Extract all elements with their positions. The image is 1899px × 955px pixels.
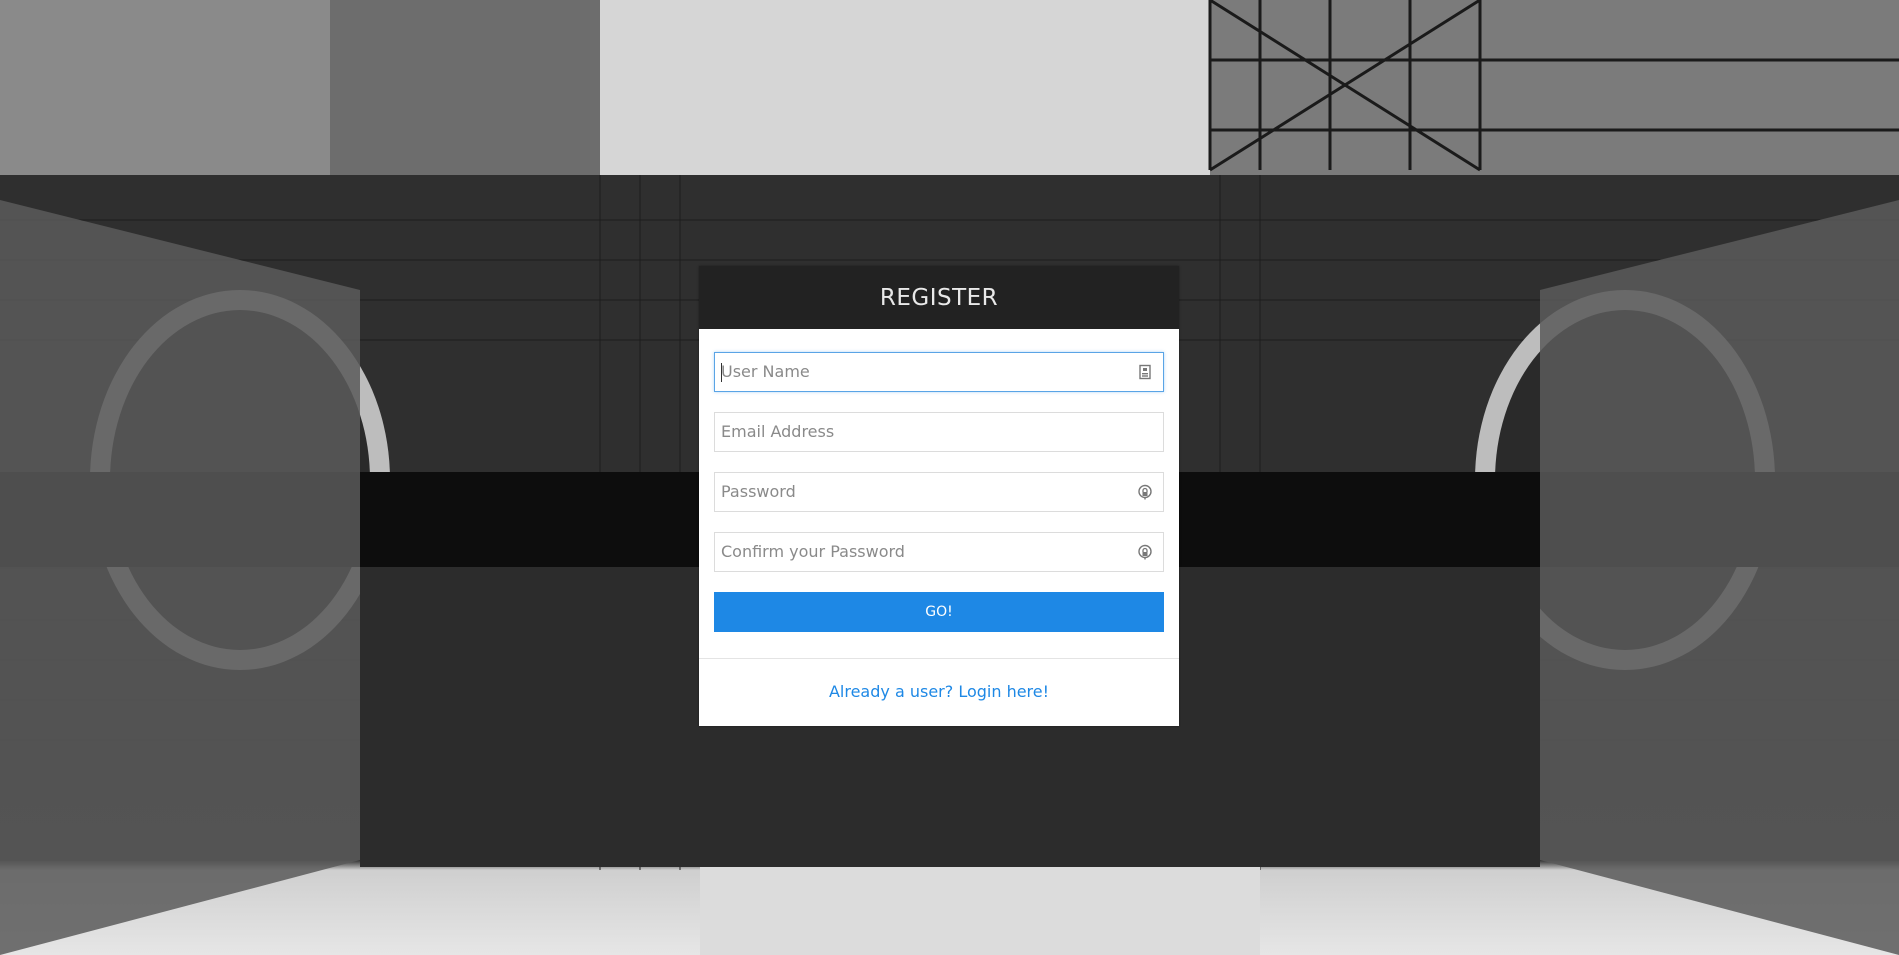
username-field[interactable]	[714, 352, 1164, 392]
lock-icon	[1138, 484, 1152, 500]
panel-title: REGISTER	[699, 266, 1179, 329]
username-input[interactable]	[715, 353, 1127, 389]
password-field[interactable]	[714, 472, 1164, 512]
login-link[interactable]: Already a user? Login here!	[829, 682, 1049, 701]
id-card-icon	[1139, 364, 1151, 380]
panel-footer: Already a user? Login here!	[699, 659, 1179, 701]
email-field[interactable]	[714, 412, 1164, 452]
email-input[interactable]	[715, 413, 1127, 449]
register-form: GO!	[699, 329, 1179, 632]
go-button[interactable]: GO!	[714, 592, 1164, 632]
confirm-password-field[interactable]	[714, 532, 1164, 572]
password-input[interactable]	[715, 473, 1127, 509]
text-caret	[721, 363, 722, 382]
register-panel: REGISTER User Name Email Address GO! Alr…	[699, 266, 1179, 726]
lock-icon	[1138, 544, 1152, 560]
confirm-password-input[interactable]	[715, 533, 1127, 569]
